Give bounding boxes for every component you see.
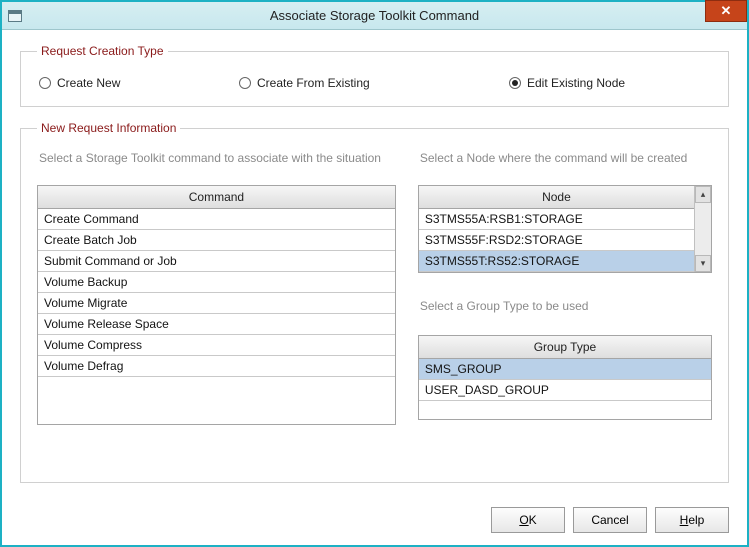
request-type-radio-row: Create New Create From Existing Edit Exi… — [37, 72, 712, 90]
node-row[interactable]: S3TMS55A:RSB1:STORAGE — [419, 209, 694, 230]
request-creation-type-group: Request Creation Type Create New Create … — [20, 44, 729, 107]
command-row[interactable]: Volume Defrag — [38, 356, 395, 377]
group-type-hint: Select a Group Type to be used — [420, 299, 712, 313]
help-button[interactable]: Help — [655, 507, 729, 533]
group-type-row[interactable]: SMS_GROUP — [419, 359, 711, 380]
command-row[interactable]: Create Batch Job — [38, 230, 395, 251]
dialog-window: Associate Storage Toolkit Command ✕ Requ… — [0, 0, 749, 547]
radio-create-new-label: Create New — [57, 76, 120, 90]
radio-create-from-existing-dot — [239, 77, 251, 89]
new-request-information-legend: New Request Information — [37, 121, 180, 135]
radio-create-new[interactable]: Create New — [39, 76, 239, 90]
button-bar: OK Cancel Help — [20, 497, 729, 533]
scroll-down-icon[interactable]: ▾ — [695, 255, 711, 272]
window-title: Associate Storage Toolkit Command — [2, 8, 747, 23]
group-type-header[interactable]: Group Type — [419, 336, 711, 359]
command-table-body: Create Command Create Batch Job Submit C… — [38, 209, 395, 424]
help-mnemonic: H — [680, 513, 689, 527]
node-table-body: Node S3TMS55A:RSB1:STORAGE S3TMS55F:RSD2… — [419, 186, 694, 272]
group-type-body: SMS_GROUP USER_DASD_GROUP — [419, 359, 711, 419]
radio-edit-existing-node-label: Edit Existing Node — [527, 76, 625, 90]
group-type-row[interactable]: USER_DASD_GROUP — [419, 380, 711, 401]
command-row[interactable]: Volume Backup — [38, 272, 395, 293]
radio-edit-existing-node-dot — [509, 77, 521, 89]
ok-rest: K — [529, 513, 537, 527]
group-type-table: Group Type SMS_GROUP USER_DASD_GROUP — [418, 335, 712, 420]
node-table-header[interactable]: Node — [419, 186, 694, 209]
node-hint: Select a Node where the command will be … — [420, 151, 712, 165]
right-column: Select a Node where the command will be … — [418, 149, 712, 466]
title-bar: Associate Storage Toolkit Command ✕ — [2, 2, 747, 30]
command-row[interactable]: Volume Migrate — [38, 293, 395, 314]
command-row[interactable]: Volume Compress — [38, 335, 395, 356]
command-row[interactable]: Volume Release Space — [38, 314, 395, 335]
command-hint: Select a Storage Toolkit command to asso… — [39, 151, 396, 165]
node-table: Node S3TMS55A:RSB1:STORAGE S3TMS55F:RSD2… — [418, 185, 712, 273]
radio-edit-existing-node[interactable]: Edit Existing Node — [509, 76, 710, 90]
columns: Select a Storage Toolkit command to asso… — [37, 149, 712, 466]
node-scrollbar[interactable]: ▴ ▾ — [694, 186, 711, 272]
node-row[interactable]: S3TMS55T:RS52:STORAGE — [419, 251, 694, 272]
group-type-filler — [419, 401, 711, 419]
ok-mnemonic: O — [519, 513, 528, 527]
request-creation-type-legend: Request Creation Type — [37, 44, 168, 58]
command-table-header[interactable]: Command — [38, 186, 395, 209]
command-row[interactable]: Submit Command or Job — [38, 251, 395, 272]
cancel-button[interactable]: Cancel — [573, 507, 647, 533]
scroll-up-icon[interactable]: ▴ — [695, 186, 711, 203]
command-table: Command Create Command Create Batch Job … — [37, 185, 396, 425]
client-area: Request Creation Type Create New Create … — [2, 30, 747, 545]
ok-button[interactable]: OK — [491, 507, 565, 533]
radio-create-from-existing[interactable]: Create From Existing — [239, 76, 509, 90]
radio-create-new-dot — [39, 77, 51, 89]
command-row[interactable]: Create Command — [38, 209, 395, 230]
left-column: Select a Storage Toolkit command to asso… — [37, 149, 396, 466]
close-button[interactable]: ✕ — [705, 0, 747, 22]
radio-create-from-existing-label: Create From Existing — [257, 76, 370, 90]
help-rest: elp — [688, 513, 704, 527]
node-row[interactable]: S3TMS55F:RSD2:STORAGE — [419, 230, 694, 251]
new-request-information-group: New Request Information Select a Storage… — [20, 121, 729, 483]
